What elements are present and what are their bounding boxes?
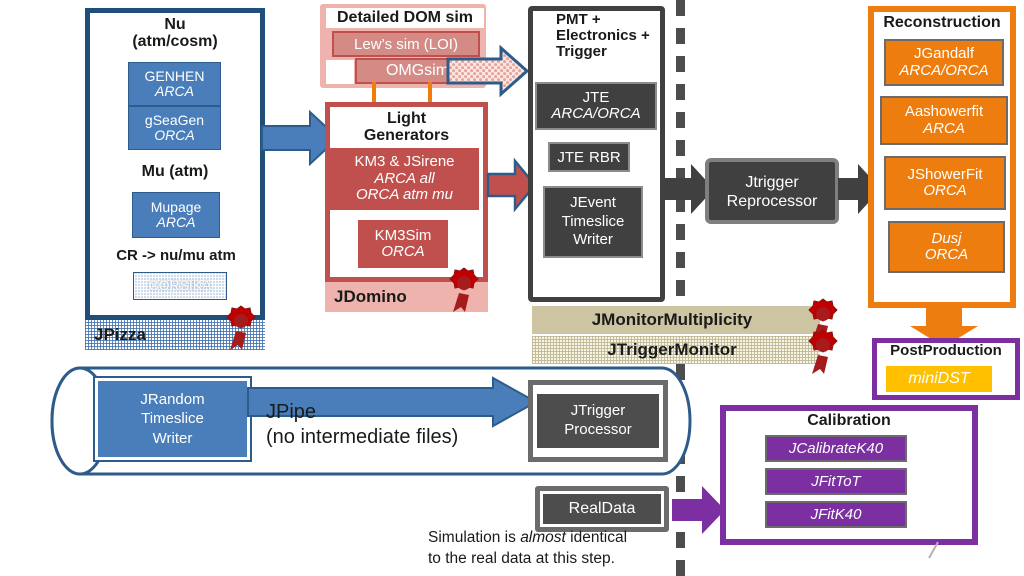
generators-nu-heading: Nu (atm/cosm): [90, 16, 260, 51]
realdata-inner[interactable]: RealData: [543, 494, 661, 524]
jpipe-label: JPipe (no intermediate files): [266, 400, 536, 450]
chip-aashowerfit-detector: ARCA: [923, 119, 965, 137]
arrow-domsim-to-pmt: [446, 44, 530, 98]
jtrigger-reprocessor-line1: Jtrigger: [745, 173, 799, 191]
pmt-title: PMT + Electronics + Trigger: [556, 11, 662, 61]
chip-jte-rbr[interactable]: JTE RBR: [548, 142, 630, 172]
footnote-line1: Simulation is almost identical: [428, 528, 678, 549]
chip-jte-rbr-detail: RBR: [589, 148, 621, 166]
monitor-label-jmonitormultiplicity: JMonitorMultiplicity: [591, 310, 753, 329]
jpipe-label-line1: JPipe: [266, 401, 317, 423]
footnote-line1-em: almost: [520, 529, 566, 546]
chip-corsika[interactable]: CORSIKA: [133, 272, 227, 300]
pmt-title-line3: Trigger: [556, 43, 607, 61]
chip-km3-jsirene-detail1: ARCA all: [374, 169, 435, 187]
monitor-label-jtriggermonitor: JTriggerMonitor: [607, 340, 737, 359]
jtrigger-processor-line2: Processor: [564, 421, 632, 438]
generators-nu-heading-line2: (atm/cosm): [132, 33, 218, 51]
chip-jte-arca-orca[interactable]: JTE ARCA/ORCA: [535, 82, 657, 130]
realdata-label: RealData: [568, 500, 636, 517]
chip-genhen-name: GENHEN: [144, 67, 205, 84]
chip-jevent-timeslice-writer[interactable]: JEvent Timeslice Writer: [543, 186, 643, 258]
generators-cr-heading-line1: CR -> nu/mu atm: [116, 247, 236, 264]
chip-km3sim-detail1: ORCA: [381, 243, 425, 260]
jpipe-label-line2: (no intermediate files): [266, 426, 459, 448]
diagram-canvas: Nu (atm/cosm) GENHEN ARCA gSeaGen ORCA M…: [0, 0, 1024, 576]
jtrigger-reprocessor-line2: Reprocessor: [726, 193, 818, 210]
postproduction-title: PostProduction: [890, 342, 1002, 359]
chip-jte-arca-orca-name: JTE: [582, 88, 610, 106]
chip-aashowerfit[interactable]: Aashowerfit ARCA: [880, 96, 1008, 145]
jtrigger-processor-inner[interactable]: JTrigger Processor: [537, 394, 659, 448]
chip-jevent-timeslice-writer-name: JEvent Timeslice Writer: [561, 193, 625, 249]
chip-km3-jsirene-detail2: ORCA atm mu: [356, 186, 453, 204]
chip-genhen-detector: ARCA: [155, 83, 194, 99]
chip-omgsim-name: OMGsim: [385, 62, 450, 79]
chip-jfittot[interactable]: JFitToT: [765, 468, 907, 495]
chip-gseagen-name: gSeaGen: [144, 111, 205, 128]
light-generators-title: Light Generators: [330, 110, 483, 145]
chip-jgandalf[interactable]: JGandalf ARCA/ORCA: [884, 39, 1004, 86]
chip-km3-jsirene[interactable]: KM3 & JSirene ARCA all ORCA atm mu: [330, 148, 479, 210]
arrow-realdata-to-calibration: [672, 484, 726, 536]
reconstruction-title: Reconstruction: [883, 14, 1001, 31]
calibration-title: Calibration: [807, 412, 891, 429]
ribbon-icon-triggermonitor: [806, 327, 840, 375]
pmt-title-line1: PMT +: [556, 11, 601, 28]
chip-dusj[interactable]: Dusj ORCA: [888, 221, 1005, 273]
chip-dusj-detector: ORCA: [924, 246, 969, 263]
jpizza-label: JPizza: [94, 325, 146, 344]
chip-km3sim-name: KM3Sim: [374, 226, 432, 244]
footnote-line1-b: identical: [565, 529, 628, 546]
pmt-title-line2: Electronics +: [556, 27, 650, 45]
chip-jgandalf-name: JGandalf: [913, 45, 975, 62]
jrandom-writer-line3: Writer: [152, 429, 193, 447]
chip-gseagen[interactable]: gSeaGen ORCA: [128, 106, 221, 150]
chip-jrandom-timeslice-writer[interactable]: JRandom Timeslice Writer: [93, 376, 252, 462]
chip-minidst-name: miniDST: [908, 370, 970, 387]
chip-mupage[interactable]: Mupage ARCA: [132, 192, 220, 238]
jrandom-writer-line1: JRandom: [140, 390, 205, 408]
chip-mupage-detector: ARCA: [156, 214, 196, 230]
chip-genhen[interactable]: GENHEN ARCA: [128, 62, 221, 106]
chip-jcalibratek40-name: JCalibrateK40: [788, 440, 884, 457]
chip-dusj-name: Dusj: [931, 229, 962, 247]
chip-jshowerfit-name: JShowerFit: [907, 165, 983, 183]
dom-sim-title: Detailed DOM sim: [326, 8, 484, 28]
ribbon-icon-jpizza: [224, 303, 258, 351]
chip-jfittot-name: JFitToT: [811, 473, 861, 490]
chip-jshowerfit-detector: ORCA: [923, 182, 967, 199]
jtrigger-reprocessor-label: Jtrigger Reprocessor: [709, 170, 835, 214]
chip-km3sim[interactable]: KM3Sim ORCA: [358, 220, 448, 268]
jtrigger-processor-line1: JTrigger: [570, 402, 626, 420]
dom-sim-white-gap: [326, 60, 354, 84]
chip-jte-rbr-name: JTE: [557, 148, 584, 166]
jrandom-writer-line2: Timeslice: [141, 410, 204, 428]
chip-jgandalf-detector: ARCA/ORCA: [899, 61, 989, 79]
generators-cr-heading: CR -> nu/mu atm: [88, 247, 264, 264]
chip-lews-sim-name: Lew’s sim (LOI): [354, 35, 458, 53]
ribbon-icon-jdomino: [447, 265, 481, 313]
calibration-tick-mark: [925, 540, 943, 560]
light-generators-title-line2: Generators: [363, 127, 450, 145]
footnote-line2: to the real data at this step.: [428, 549, 615, 567]
light-generators-title-line1: Light: [386, 110, 427, 127]
chip-corsika-name: CORSIKA: [148, 277, 212, 294]
jdomino-label: JDomino: [334, 287, 407, 306]
chip-km3-jsirene-name: KM3 & JSirene: [354, 153, 455, 171]
chip-aashowerfit-name: Aashowerfit: [904, 103, 984, 120]
generators-mu-heading: Mu (atm): [90, 163, 260, 180]
chip-jfitk40[interactable]: JFitK40: [765, 501, 907, 528]
chip-jcalibratek40[interactable]: JCalibrateK40: [765, 435, 907, 462]
chip-jfitk40-name: JFitK40: [810, 506, 862, 523]
chip-mupage-name: Mupage: [150, 198, 202, 215]
chip-gseagen-detector: ORCA: [154, 127, 195, 143]
chip-minidst[interactable]: miniDST: [886, 366, 992, 392]
chip-jte-arca-orca-detail: ARCA/ORCA: [551, 105, 641, 122]
chip-jshowerfit[interactable]: JShowerFit ORCA: [884, 156, 1006, 210]
footnote-line1-a: Simulation is: [428, 529, 521, 546]
footnote: Simulation is almost identical to the re…: [428, 528, 678, 570]
generators-nu-heading-line1: Nu: [164, 16, 186, 33]
generators-mu-heading-line1: Mu (atm): [141, 163, 209, 180]
